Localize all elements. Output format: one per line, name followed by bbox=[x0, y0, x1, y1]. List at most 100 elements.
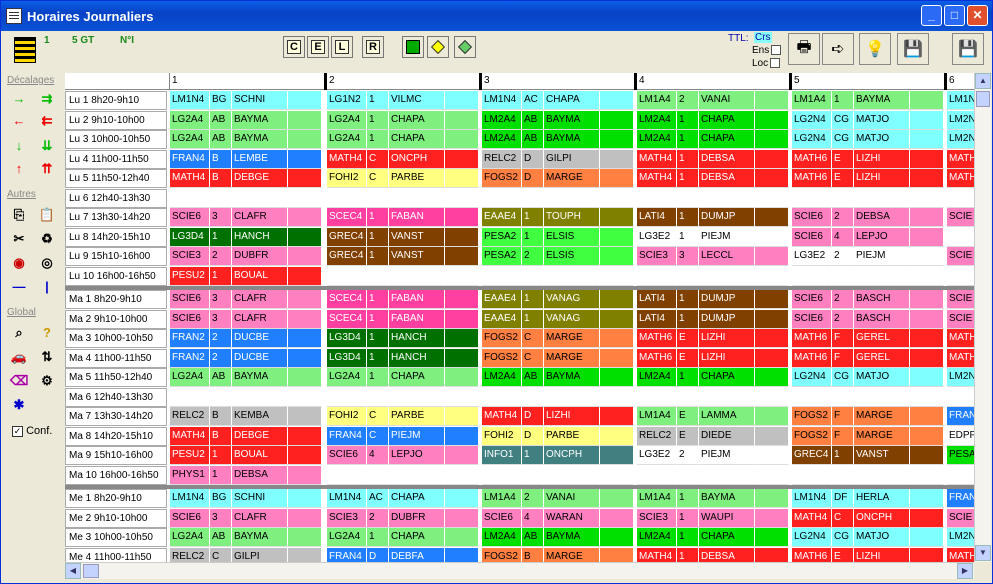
schedule-cell[interactable]: B bbox=[210, 169, 232, 188]
schedule-cell[interactable]: GREC4 bbox=[792, 446, 832, 465]
schedule-cell[interactable] bbox=[947, 387, 974, 407]
schedule-cell[interactable]: FOHI2 bbox=[327, 169, 367, 188]
grid-view-icon[interactable] bbox=[402, 36, 424, 58]
schedule-cell[interactable]: PIEJM bbox=[854, 247, 910, 266]
schedule-cell[interactable]: PIEJM bbox=[699, 227, 755, 247]
schedule-cell[interactable] bbox=[288, 426, 322, 446]
schedule-cell[interactable] bbox=[792, 266, 832, 286]
schedule-cell[interactable] bbox=[389, 266, 445, 286]
schedule-cell[interactable]: C bbox=[367, 149, 389, 169]
schedule-cell[interactable] bbox=[445, 348, 479, 368]
schedule-cell[interactable] bbox=[367, 387, 389, 407]
schedule-cell[interactable]: CLAFR bbox=[232, 508, 288, 528]
schedule-cell[interactable]: 4 bbox=[522, 508, 544, 528]
schedule-cell[interactable]: FOGS2 bbox=[482, 348, 522, 368]
schedule-cell[interactable] bbox=[544, 465, 600, 485]
schedule-cell[interactable] bbox=[482, 188, 522, 208]
schedule-cell[interactable]: 1 bbox=[677, 149, 699, 169]
schedule-cell[interactable]: BG bbox=[210, 489, 232, 508]
binoculars-icon[interactable]: ⌕ bbox=[10, 325, 28, 341]
schedule-cell[interactable] bbox=[389, 387, 445, 407]
schedule-cell[interactable]: 3 bbox=[677, 247, 699, 266]
schedule-cell[interactable] bbox=[445, 446, 479, 465]
schedule-cell[interactable]: MATH bbox=[947, 149, 974, 169]
schedule-cell[interactable]: 1 bbox=[210, 227, 232, 247]
schedule-cell[interactable] bbox=[699, 266, 755, 286]
schedule-cell[interactable]: DEBSA bbox=[854, 208, 910, 227]
scroll-up-icon[interactable]: ▲ bbox=[975, 73, 991, 89]
schedule-cell[interactable]: LG3E2 bbox=[637, 227, 677, 247]
schedule-cell[interactable] bbox=[910, 188, 944, 208]
schedule-cell[interactable]: RELC2 bbox=[482, 149, 522, 169]
schedule-cell[interactable] bbox=[445, 149, 479, 169]
schedule-cell[interactable]: PESU2 bbox=[170, 446, 210, 465]
schedule-cell[interactable] bbox=[288, 368, 322, 387]
schedule-cell[interactable] bbox=[389, 465, 445, 485]
schedule-cell[interactable] bbox=[445, 247, 479, 266]
schedule-cell[interactable]: CHAPA bbox=[389, 528, 445, 547]
schedule-cell[interactable]: LG2A4 bbox=[170, 130, 210, 149]
schedule-cell[interactable]: LM2A4 bbox=[637, 110, 677, 130]
schedule-cell[interactable]: 1 bbox=[367, 309, 389, 329]
schedule-cell[interactable] bbox=[910, 387, 944, 407]
schedule-cell[interactable]: RELC2 bbox=[170, 547, 210, 562]
schedule-cell[interactable] bbox=[832, 188, 854, 208]
scroll-left-icon[interactable]: ◀ bbox=[65, 563, 81, 579]
schedule-cell[interactable]: HANCH bbox=[389, 348, 445, 368]
schedule-cell[interactable] bbox=[288, 528, 322, 547]
schedule-cell[interactable]: 2 bbox=[210, 329, 232, 348]
schedule-cell[interactable]: SCIE6 bbox=[170, 208, 210, 227]
schedule-cell[interactable]: DIEDE bbox=[699, 426, 755, 446]
schedule-cell[interactable]: LG2A4 bbox=[327, 130, 367, 149]
schedule-cell[interactable] bbox=[755, 130, 789, 149]
crs-checkbox[interactable]: Crs bbox=[754, 32, 772, 43]
schedule-cell[interactable]: LG3E2 bbox=[637, 446, 677, 465]
horizontal-line-icon[interactable]: — bbox=[10, 279, 28, 295]
tools-icon[interactable]: ⚙ bbox=[38, 373, 56, 389]
schedule-cell[interactable]: 1 bbox=[210, 446, 232, 465]
schedule-cell[interactable]: LM2A4 bbox=[482, 368, 522, 387]
schedule-cell[interactable] bbox=[367, 188, 389, 208]
schedule-cell[interactable]: FRAN2 bbox=[170, 329, 210, 348]
schedule-cell[interactable] bbox=[288, 329, 322, 348]
schedule-cell[interactable]: FRAN bbox=[947, 407, 974, 426]
vertical-scrollbar[interactable]: ▲ ▼ bbox=[974, 73, 991, 562]
schedule-cell[interactable] bbox=[445, 426, 479, 446]
schedule-cell[interactable]: CG bbox=[832, 528, 854, 547]
schedule-cell[interactable] bbox=[910, 247, 944, 266]
schedule-cell[interactable]: DF bbox=[832, 489, 854, 508]
schedule-cell[interactable] bbox=[327, 387, 367, 407]
schedule-cell[interactable]: GREC4 bbox=[327, 227, 367, 247]
schedule-cell[interactable]: CG bbox=[832, 368, 854, 387]
schedule-cell[interactable]: D bbox=[522, 426, 544, 446]
schedule-cell[interactable] bbox=[755, 266, 789, 286]
schedule-cell[interactable] bbox=[482, 387, 522, 407]
schedule-cell[interactable]: 1 bbox=[522, 208, 544, 227]
schedule-cell[interactable]: CLAFR bbox=[232, 208, 288, 227]
schedule-cell[interactable]: 1 bbox=[367, 329, 389, 348]
schedule-cell[interactable]: MATH6 bbox=[792, 547, 832, 562]
schedule-cell[interactable] bbox=[445, 528, 479, 547]
schedule-cell[interactable]: CHAPA bbox=[699, 130, 755, 149]
schedule-cell[interactable]: SCIE bbox=[947, 290, 974, 309]
schedule-cell[interactable]: LEPJO bbox=[854, 227, 910, 247]
schedule-cell[interactable] bbox=[832, 465, 854, 485]
schedule-cell[interactable]: HANCH bbox=[232, 227, 288, 247]
schedule-cell[interactable] bbox=[288, 266, 322, 286]
schedule-cell[interactable]: F bbox=[832, 329, 854, 348]
schedule-cell[interactable]: MATH4 bbox=[637, 169, 677, 188]
schedule-cell[interactable]: PARBE bbox=[544, 426, 600, 446]
schedule-cell[interactable]: LM1N4 bbox=[170, 489, 210, 508]
recycle-icon[interactable]: ♻ bbox=[38, 231, 56, 247]
schedule-cell[interactable]: VANST bbox=[854, 446, 910, 465]
horizontal-scrollbar[interactable]: ◀ ▶ bbox=[65, 562, 974, 579]
schedule-cell[interactable]: MATH6 bbox=[637, 348, 677, 368]
schedule-cell[interactable]: 1 bbox=[367, 91, 389, 110]
schedule-cell[interactable]: CHAPA bbox=[389, 130, 445, 149]
maximize-button[interactable]: □ bbox=[944, 5, 965, 26]
schedule-cell[interactable]: 1 bbox=[367, 528, 389, 547]
schedule-cell[interactable]: D bbox=[522, 169, 544, 188]
schedule-cell[interactable] bbox=[288, 91, 322, 110]
schedule-cell[interactable] bbox=[600, 247, 634, 266]
schedule-cell[interactable]: GEREL bbox=[854, 348, 910, 368]
